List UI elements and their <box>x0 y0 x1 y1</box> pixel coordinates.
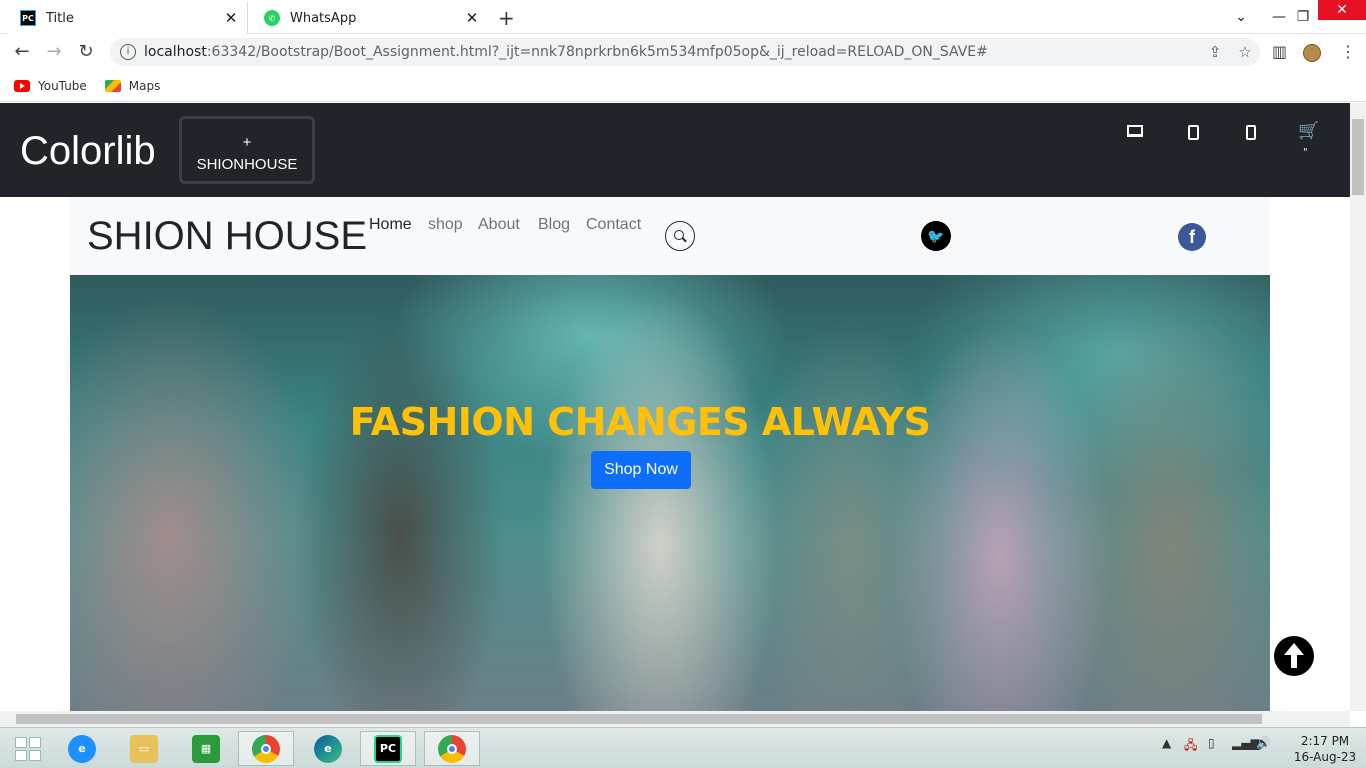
windows-taskbar: e ▭ ▦ e PC ▲ 🖧 ▯ ▂▄▆ 🔊 2:17 PM 16-Aug-23 <box>0 727 1366 768</box>
tab-whatsapp[interactable]: ✆ WhatsApp ✕ <box>252 2 488 34</box>
clock-date: 16-Aug-23 <box>1293 750 1357 764</box>
hero-title: FASHION CHANGES ALWAYS <box>349 400 931 444</box>
horizontal-scrollbar[interactable] <box>0 711 1350 727</box>
site-title[interactable]: SHION HOUSE <box>87 214 367 259</box>
brand-box-button[interactable]: + SHIONHOUSE <box>179 116 315 184</box>
whatsapp-icon: ✆ <box>264 10 280 26</box>
chrome-profile-icon[interactable] <box>424 731 480 766</box>
nav-home[interactable]: Home <box>369 216 412 234</box>
restore-button[interactable]: ❐ <box>1290 0 1316 34</box>
page-viewport: Colorlib + SHIONHOUSE 🛒 " SHION HOUSE Ho… <box>0 103 1350 711</box>
youtube-icon <box>14 79 30 92</box>
url-path: :63342/Bootstrap/Boot_Assignment.html?_i… <box>206 44 988 60</box>
bookmark-star-icon[interactable]: ☆ <box>1230 43 1260 61</box>
tab-label: WhatsApp <box>290 10 357 26</box>
bookmark-label: Maps <box>128 78 161 93</box>
profile-avatar[interactable] <box>1303 44 1321 62</box>
close-tab-icon[interactable]: ✕ <box>462 9 482 27</box>
browser-tab-strip: PC Title ✕ ✆ WhatsApp ✕ + ⌄ — ❐ ✕ <box>0 0 1366 34</box>
site-info-icon[interactable]: i <box>120 44 136 60</box>
show-hidden-icons[interactable]: ▲ <box>1162 736 1171 750</box>
side-panel-icon[interactable]: ▥ <box>1272 42 1287 61</box>
vertical-scrollbar[interactable] <box>1350 103 1366 711</box>
bookmark-maps[interactable]: Maps <box>104 78 161 93</box>
twitter-icon[interactable]: 🐦 <box>921 221 951 251</box>
bookmarks-bar: YouTube Maps <box>0 70 1366 102</box>
top-navbar: Colorlib + SHIONHOUSE 🛒 " <box>0 103 1350 197</box>
network-error-icon[interactable]: 🖧 <box>1184 736 1197 757</box>
scrollbar-thumb[interactable] <box>16 714 1262 724</box>
battery-icon[interactable]: ▯ <box>1208 736 1215 750</box>
phone-icon[interactable] <box>1241 125 1261 144</box>
url-host: localhost <box>144 44 207 60</box>
edge-icon[interactable]: e <box>300 731 356 766</box>
menu-icon[interactable]: ⋮ <box>1340 42 1356 61</box>
brandbox-plus: + <box>242 134 252 151</box>
address-bar[interactable]: i localhost:63342/Bootstrap/Boot_Assignm… <box>110 38 1260 66</box>
scrollbar-thumb[interactable] <box>1352 119 1364 195</box>
reload-icon[interactable]: ↻ <box>74 40 98 64</box>
tab-search-chevron-icon[interactable]: ⌄ <box>1228 0 1254 34</box>
nav-blog[interactable]: Blog <box>538 216 570 234</box>
internet-explorer-icon[interactable]: e <box>54 731 110 766</box>
share-icon[interactable]: ⇪ <box>1200 43 1230 61</box>
volume-icon[interactable]: 🔊 <box>1256 736 1271 750</box>
clock-time: 2:17 PM <box>1300 734 1350 748</box>
store-icon[interactable]: ▦ <box>178 731 234 766</box>
back-icon[interactable]: ← <box>10 40 34 64</box>
chrome-icon[interactable] <box>238 731 294 766</box>
bookmark-youtube[interactable]: YouTube <box>14 79 87 93</box>
tab-title[interactable]: PC Title ✕ <box>8 2 248 34</box>
tab-label: Title <box>46 10 74 26</box>
pycharm-icon[interactable]: PC <box>360 731 416 766</box>
cart-count: " <box>1303 147 1308 158</box>
nav-contact[interactable]: Contact <box>586 216 641 234</box>
new-tab-button[interactable]: + <box>498 6 515 30</box>
tablet-icon[interactable] <box>1183 125 1203 144</box>
hero-banner: FASHION CHANGES ALWAYS Shop Now <box>70 275 1270 711</box>
toolbar: ← → ↻ i localhost:63342/Bootstrap/Boot_A… <box>0 34 1366 70</box>
scroll-to-top-icon[interactable] <box>1274 636 1314 676</box>
cart-icon[interactable]: 🛒 <box>1298 121 1319 141</box>
file-explorer-icon[interactable]: ▭ <box>116 731 172 766</box>
system-clock[interactable]: 2:17 PM 16-Aug-23 <box>1290 733 1360 765</box>
secondary-navbar: SHION HOUSE Home shop About Blog Contact… <box>70 197 1270 275</box>
nav-shop[interactable]: shop <box>428 216 463 234</box>
search-icon[interactable] <box>665 221 695 251</box>
brand-logo[interactable]: Colorlib <box>20 129 156 174</box>
facebook-icon[interactable]: f <box>1178 223 1206 251</box>
brandbox-text: SHIONHOUSE <box>196 156 298 173</box>
bookmark-label: YouTube <box>38 78 87 93</box>
maps-icon <box>104 79 121 92</box>
laptop-icon[interactable] <box>1125 125 1145 141</box>
close-tab-icon[interactable]: ✕ <box>221 9 241 27</box>
windows-logo-icon <box>15 736 41 761</box>
close-window-button[interactable]: ✕ <box>1318 0 1366 20</box>
pycharm-icon: PC <box>20 10 36 26</box>
forward-icon[interactable]: → <box>42 40 66 64</box>
start-button[interactable] <box>0 731 56 766</box>
shop-now-button[interactable]: Shop Now <box>591 451 691 489</box>
url-text[interactable]: localhost:63342/Bootstrap/Boot_Assignmen… <box>144 44 1200 60</box>
nav-about[interactable]: About <box>478 216 520 234</box>
